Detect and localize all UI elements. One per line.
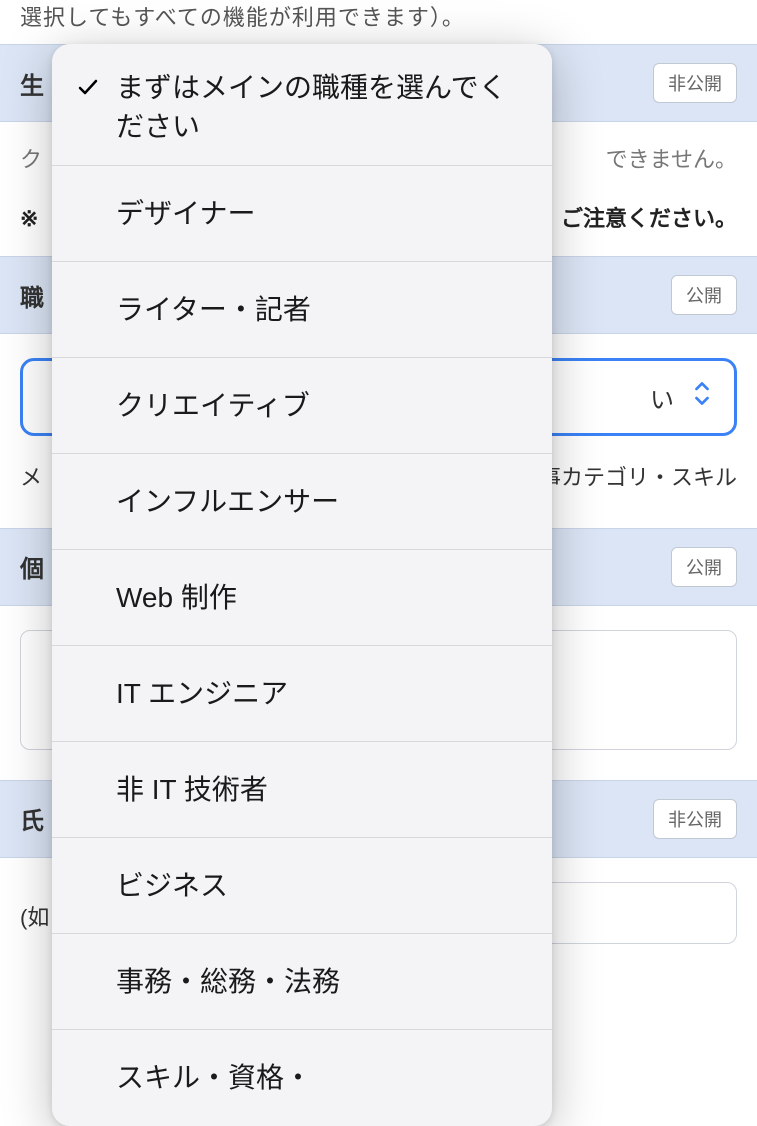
dropdown-item-writer[interactable]: ライター・記者 [52, 262, 552, 358]
gray-note-left: ク [20, 142, 42, 177]
warn-right: ご注意ください。 [561, 201, 737, 236]
job-select-value: い [650, 380, 674, 415]
badge-public-2: 公開 [671, 547, 737, 587]
gray-note-right: できません。 [606, 142, 737, 177]
section-name-title: 氏 [20, 801, 44, 836]
dropdown-label: Web 制作 [110, 578, 532, 617]
chevron-updown-icon [691, 380, 713, 415]
dropdown-label: 事務・総務・法務 [110, 962, 532, 1001]
dropdown-label: 非 IT 技術者 [110, 770, 532, 809]
dropdown-label: インフルエンサー [110, 482, 532, 521]
dropdown-item-web[interactable]: Web 制作 [52, 550, 552, 646]
name-label: (如 [20, 882, 49, 944]
badge-public-1: 公開 [671, 275, 737, 315]
warn-left: ※ [20, 201, 38, 236]
dropdown-label: ライター・記者 [110, 290, 532, 329]
dropdown-item-office[interactable]: 事務・総務・法務 [52, 934, 552, 1030]
dropdown-item-skill[interactable]: スキル・資格・ [52, 1030, 552, 1126]
check-icon [76, 74, 100, 106]
dropdown-label: デザイナー [110, 194, 532, 233]
job-dropdown[interactable]: まずはメインの職種を選んでください デザイナー ライター・記者 クリエイティブ … [52, 44, 552, 1126]
intro-text: 選択してもすべての機能が利用できます）。 [0, 0, 757, 44]
section-birth-title: 生 [20, 66, 44, 101]
dropdown-item-placeholder[interactable]: まずはメインの職種を選んでください [52, 44, 552, 166]
dropdown-item-it-engineer[interactable]: IT エンジニア [52, 646, 552, 742]
dropdown-label: クリエイティブ [110, 386, 532, 425]
dropdown-item-creative[interactable]: クリエイティブ [52, 358, 552, 454]
dropdown-label: ビジネス [110, 866, 532, 905]
dropdown-label: IT エンジニア [110, 674, 532, 713]
desc-right: 事カテゴリ・スキル [539, 460, 737, 495]
desc-left: メ [20, 460, 42, 495]
dropdown-label: スキル・資格・ [110, 1058, 532, 1097]
dropdown-item-influencer[interactable]: インフルエンサー [52, 454, 552, 550]
badge-private-2: 非公開 [653, 799, 737, 839]
dropdown-label: まずはメインの職種を選んでください [110, 68, 532, 146]
badge-private: 非公開 [653, 63, 737, 103]
section-personal-title: 個 [20, 549, 44, 584]
dropdown-item-designer[interactable]: デザイナー [52, 166, 552, 262]
dropdown-item-non-it[interactable]: 非 IT 技術者 [52, 742, 552, 838]
section-job-title: 職 [20, 278, 44, 313]
dropdown-item-business[interactable]: ビジネス [52, 838, 552, 934]
